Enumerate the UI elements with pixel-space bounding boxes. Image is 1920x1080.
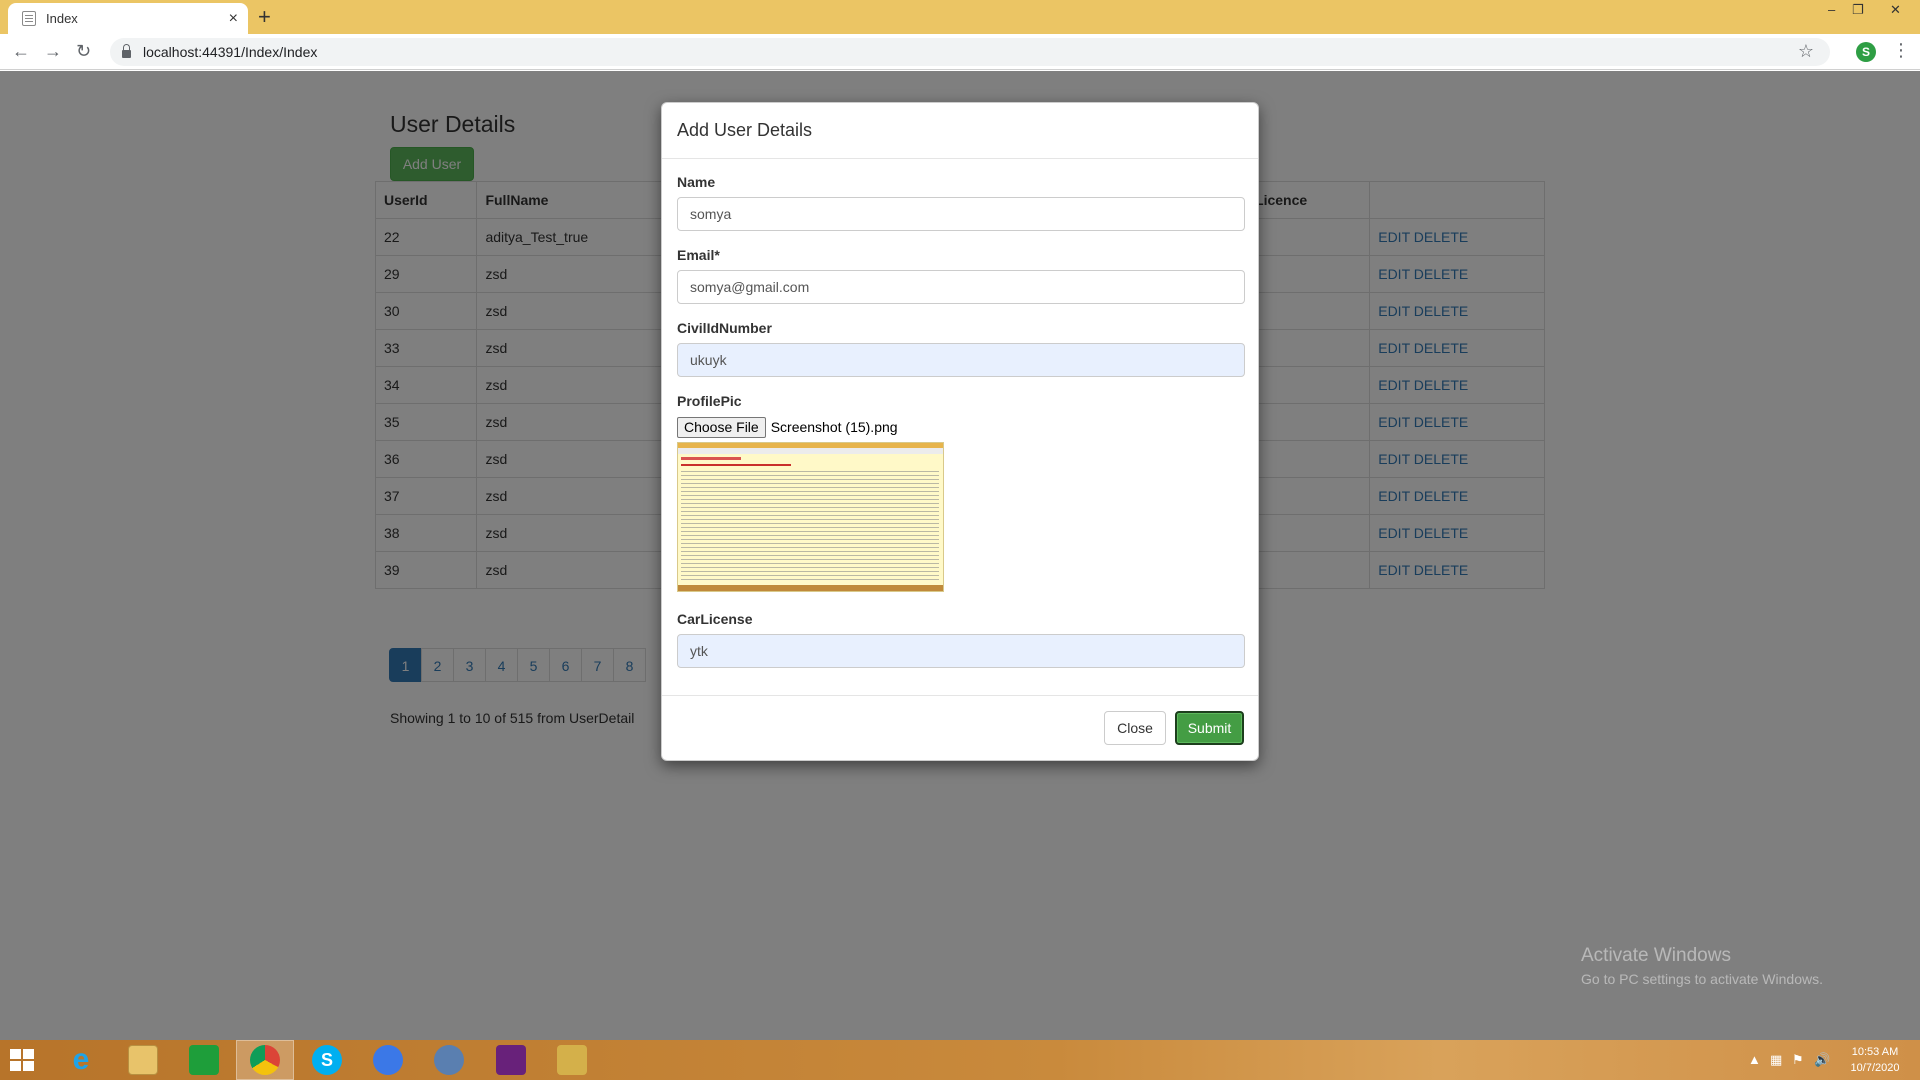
taskbar-app2[interactable] xyxy=(420,1040,478,1080)
show-hidden-icons-icon[interactable]: ▲ xyxy=(1748,1052,1761,1067)
file-name: Screenshot (15).png xyxy=(770,419,898,435)
taskbar-chrome[interactable] xyxy=(236,1040,294,1080)
taskbar-ie[interactable]: e xyxy=(52,1040,110,1080)
taskbar-skype[interactable]: S xyxy=(298,1040,356,1080)
browser-tab-index[interactable]: Index × xyxy=(8,3,248,34)
skype-icon: S xyxy=(312,1045,342,1075)
activate-windows-watermark: Activate Windows Go to PC settings to ac… xyxy=(1581,945,1823,987)
profile-avatar[interactable]: S xyxy=(1856,42,1876,62)
taskbar-store[interactable] xyxy=(175,1040,233,1080)
name-input[interactable] xyxy=(677,197,1245,231)
profile-pic-label: ProfilePic xyxy=(677,393,742,409)
watermark-subtitle: Go to PC settings to activate Windows. xyxy=(1581,971,1823,987)
file-explorer-icon xyxy=(128,1045,158,1075)
modal-body: Name Email* CivilIdNumber ProfilePic Cho… xyxy=(662,159,1258,668)
close-tab-icon[interactable]: × xyxy=(229,10,238,28)
internet-explorer-icon: e xyxy=(72,1043,90,1076)
close-window-icon[interactable]: ✕ xyxy=(1890,2,1901,18)
visual-studio-icon xyxy=(496,1045,526,1075)
sync-app-icon xyxy=(373,1045,403,1075)
forward-icon[interactable]: → xyxy=(44,41,62,61)
bookmark-star-icon[interactable]: ☆ xyxy=(1798,41,1814,62)
civil-id-label: CivilIdNumber xyxy=(677,320,772,336)
restore-icon[interactable]: ❐ xyxy=(1852,2,1864,18)
email-label: Email* xyxy=(677,247,720,263)
choose-file-button[interactable]: Choose File xyxy=(677,416,766,438)
store-icon xyxy=(189,1045,219,1075)
windows-taskbar: e S ▲ ▦ ⚑ 🔊 10:53 AM 10/7/2020 xyxy=(0,1040,1920,1080)
menu-icon[interactable]: ⋮ xyxy=(1892,40,1910,61)
page-icon xyxy=(22,11,36,26)
modal-title: Add User Details xyxy=(677,120,813,140)
lock-icon xyxy=(122,44,131,58)
name-label: Name xyxy=(677,174,716,190)
add-user-modal: Add User Details Name Email* CivilIdNumb… xyxy=(661,102,1259,761)
chrome-icon xyxy=(250,1045,280,1075)
close-button[interactable]: Close xyxy=(1104,711,1166,745)
civil-id-input[interactable] xyxy=(677,343,1245,377)
network-icon[interactable]: ▦ xyxy=(1770,1052,1782,1068)
taskbar-explorer[interactable] xyxy=(114,1040,172,1080)
url-text: localhost:44391/Index/Index xyxy=(143,44,318,60)
mail-app-icon xyxy=(434,1045,464,1075)
taskbar-clock[interactable]: 10:53 AM 10/7/2020 xyxy=(1840,1044,1910,1076)
profile-pic-preview xyxy=(677,442,944,592)
clock-date: 10/7/2020 xyxy=(1850,1062,1900,1074)
car-license-label: CarLicense xyxy=(677,611,753,627)
modal-footer: Close Submit xyxy=(662,695,1258,760)
tab-title: Index xyxy=(46,11,78,26)
watermark-title: Activate Windows xyxy=(1581,945,1731,966)
submit-button[interactable]: Submit xyxy=(1175,711,1244,745)
taskbar-app1[interactable] xyxy=(359,1040,417,1080)
new-tab-button[interactable]: + xyxy=(258,4,271,30)
file-input: Choose File Screenshot (15).png xyxy=(677,416,1243,438)
browser-toolbar: ← → ↻ localhost:44391/Index/Index ☆ S ⋮ xyxy=(0,34,1920,70)
flag-icon[interactable]: ⚑ xyxy=(1792,1052,1804,1068)
clock-time: 10:53 AM xyxy=(1851,1046,1899,1058)
back-icon[interactable]: ← xyxy=(12,41,30,61)
address-bar[interactable]: localhost:44391/Index/Index ☆ xyxy=(110,38,1830,66)
volume-icon[interactable]: 🔊 xyxy=(1814,1052,1830,1068)
taskbar-app3[interactable] xyxy=(543,1040,601,1080)
taskbar-visual-studio[interactable] xyxy=(482,1040,540,1080)
start-button-icon[interactable] xyxy=(10,1049,34,1071)
modal-header: Add User Details xyxy=(662,103,1258,159)
reload-icon[interactable]: ↻ xyxy=(76,41,91,61)
car-license-input[interactable] xyxy=(677,634,1245,668)
minimize-icon[interactable]: – xyxy=(1828,2,1835,17)
email-input[interactable] xyxy=(677,270,1245,304)
browser-titlebar: Index × + – ❐ ✕ xyxy=(0,0,1920,34)
tools-app-icon xyxy=(557,1045,587,1075)
